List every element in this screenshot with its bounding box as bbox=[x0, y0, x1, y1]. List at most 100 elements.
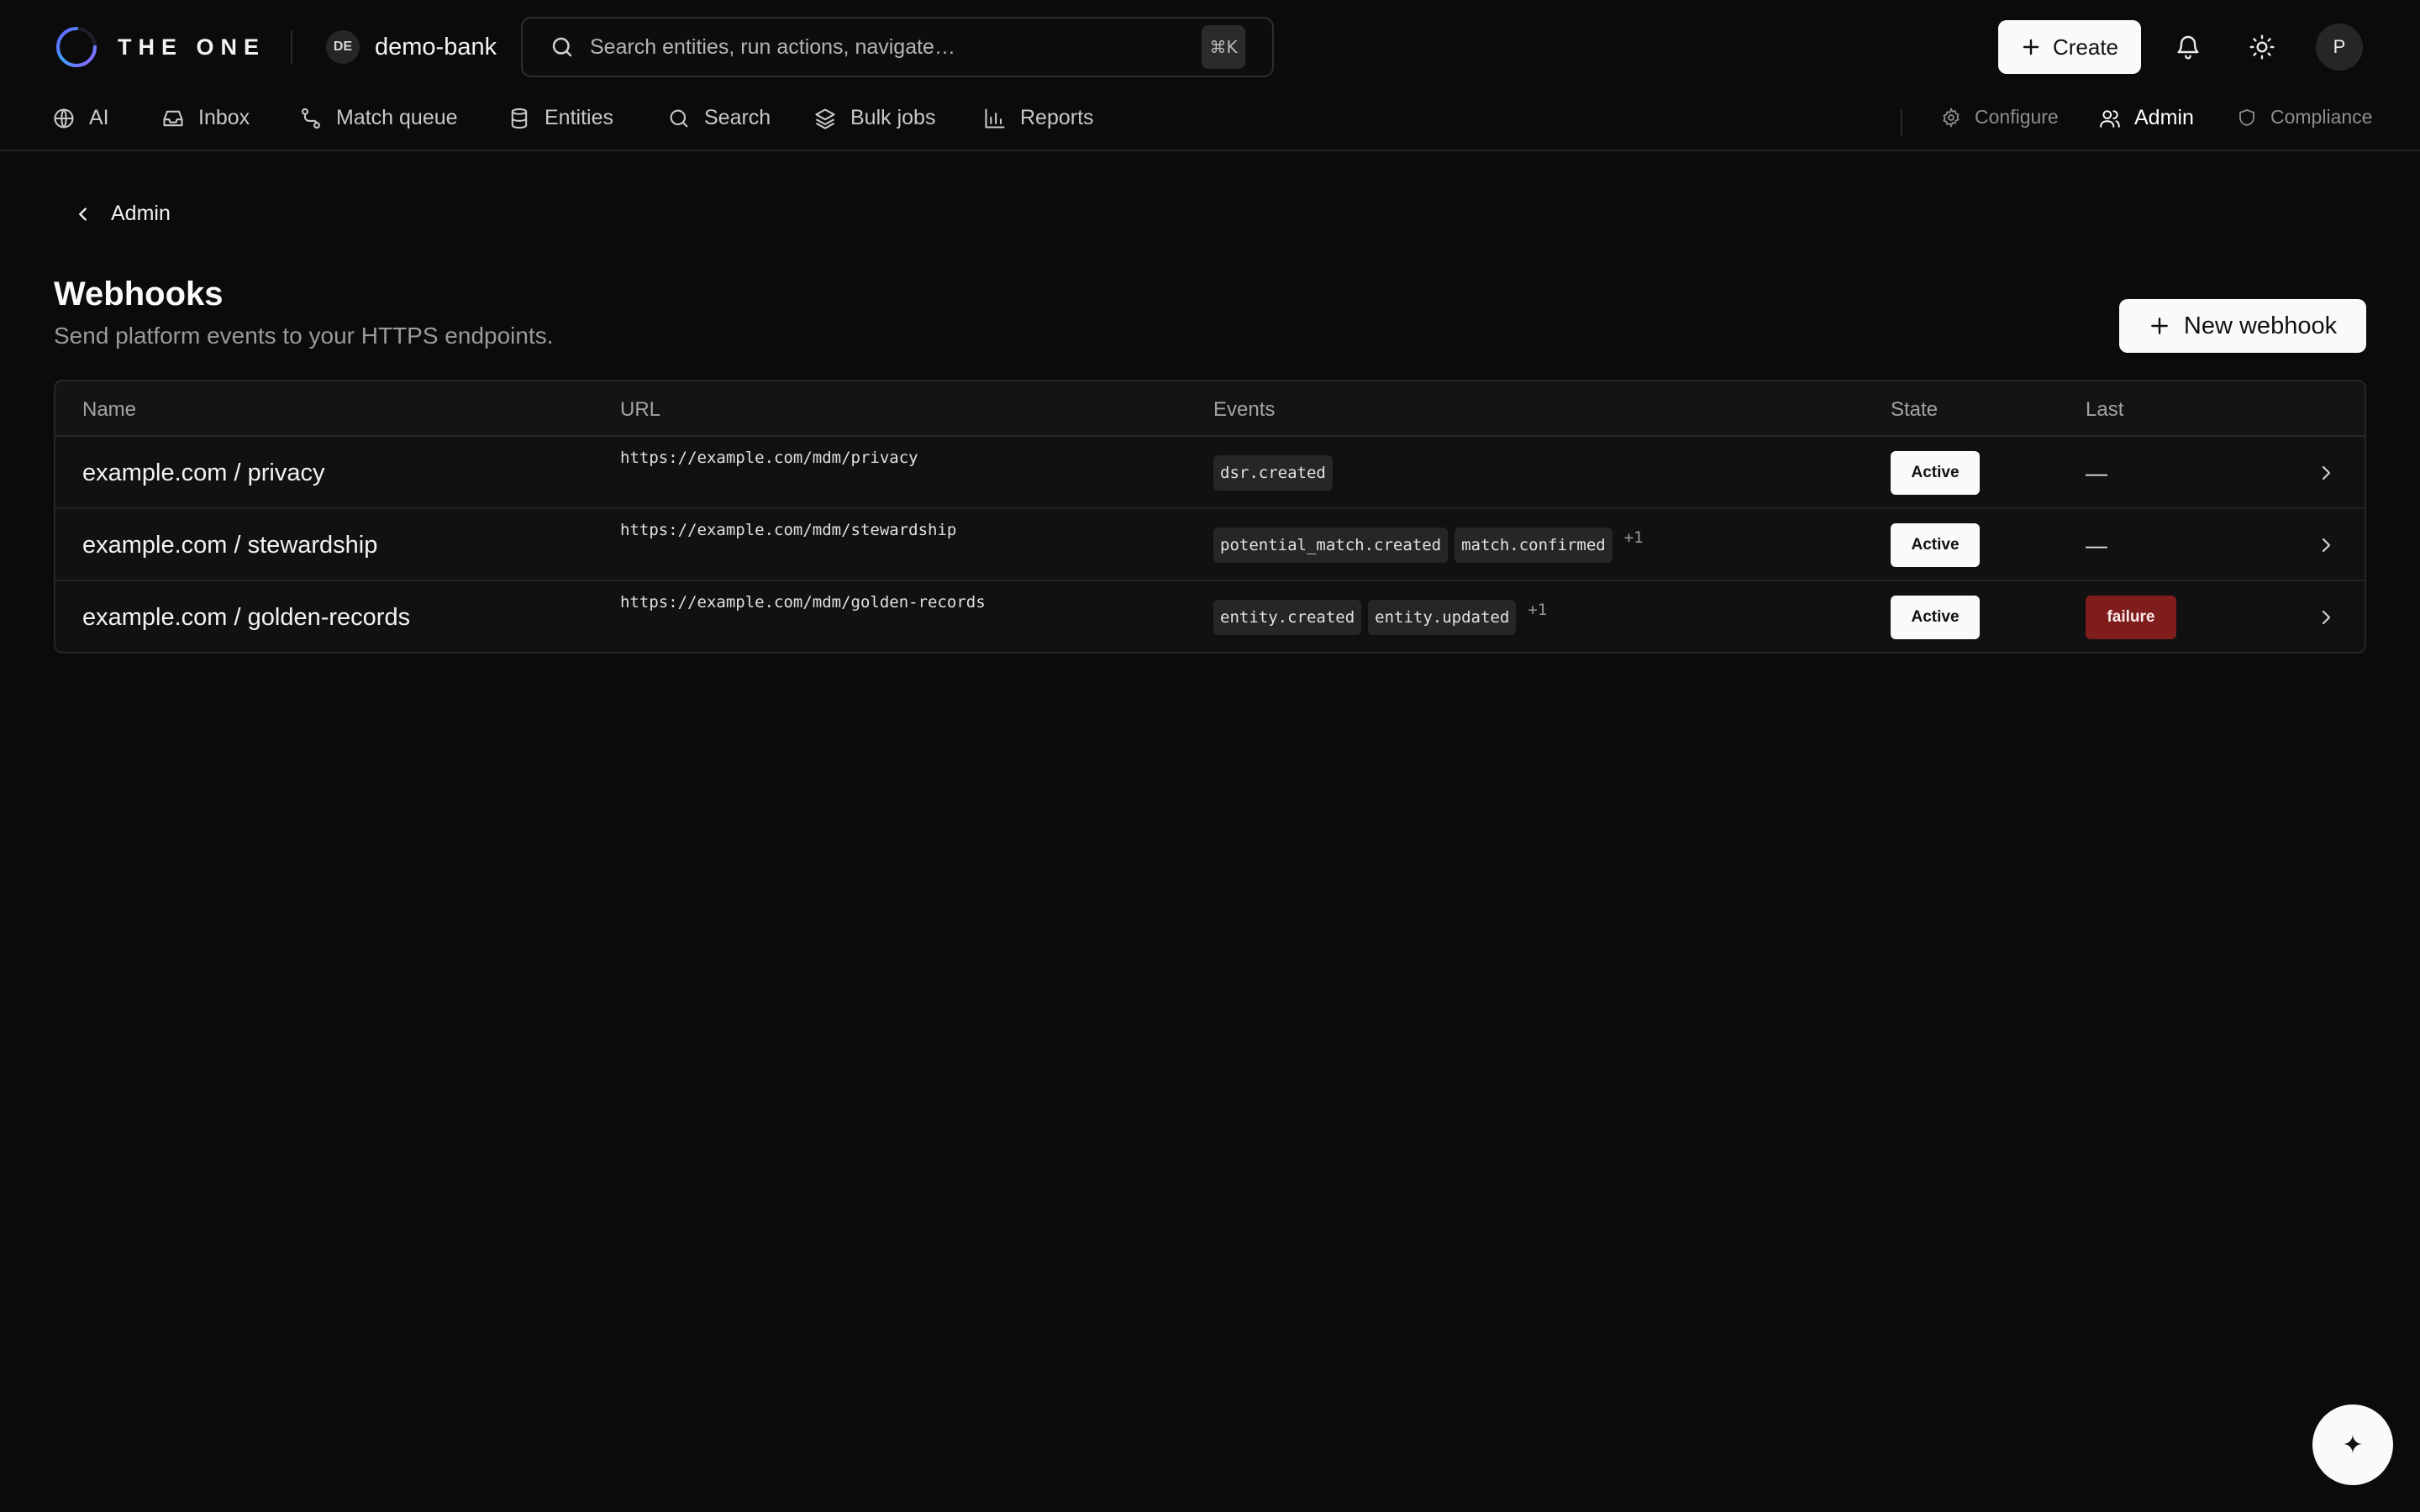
webhook-events: entity.created entity.updated +1 bbox=[1213, 581, 1547, 652]
more-events-count[interactable]: +1 bbox=[1624, 528, 1644, 547]
page-title: Webhooks bbox=[54, 276, 224, 312]
chevron-right-icon bbox=[2316, 463, 2336, 483]
webhook-name: example.com / golden-records bbox=[82, 603, 411, 631]
assistant-fab[interactable]: ✦ bbox=[2312, 1404, 2393, 1485]
database-icon bbox=[508, 107, 531, 130]
nav-item-reports[interactable]: Reports bbox=[983, 106, 1094, 130]
event-tag: entity.created bbox=[1213, 600, 1362, 635]
event-tag: entity.updated bbox=[1368, 600, 1517, 635]
nav-item-label: Match queue bbox=[336, 106, 458, 129]
nav-item-configure[interactable]: Configure bbox=[1941, 106, 2059, 129]
nav-item-search[interactable]: Search bbox=[667, 106, 771, 130]
nav-item-label: Bulk jobs bbox=[850, 106, 936, 129]
create-button-label: Create bbox=[2052, 34, 2119, 60]
status-badge: Active bbox=[1891, 523, 1980, 567]
user-avatar[interactable]: P bbox=[2316, 24, 2363, 71]
nav-item-label: Admin bbox=[2134, 106, 2194, 129]
workspace-name: demo-bank bbox=[375, 33, 497, 60]
sparkle-icon: ✦ bbox=[2342, 1431, 2364, 1459]
last-delivery: — bbox=[2086, 532, 2107, 558]
sun-icon bbox=[2249, 34, 2275, 60]
nav-item-label: Compliance bbox=[2270, 106, 2373, 128]
nav-item-admin[interactable]: Admin bbox=[2099, 106, 2194, 130]
status-badge: Active bbox=[1891, 451, 1980, 495]
notifications-button[interactable] bbox=[2161, 20, 2215, 74]
column-header-state[interactable]: State bbox=[1891, 398, 1938, 422]
column-header-last[interactable]: Last bbox=[2086, 398, 2123, 422]
nav-item-match-queue[interactable]: Match queue bbox=[299, 106, 458, 130]
plus-icon bbox=[2021, 37, 2041, 57]
chevron-right-icon bbox=[2316, 607, 2336, 627]
status-badge: Active bbox=[1891, 596, 1980, 639]
nav-item-label: Entities bbox=[544, 106, 613, 129]
webhook-url: https://example.com/mdm/golden-records bbox=[620, 593, 986, 612]
nav-item-label: Search bbox=[704, 106, 771, 129]
column-header-events[interactable]: Events bbox=[1213, 398, 1275, 422]
page-subtitle: Send platform events to your HTTPS endpo… bbox=[54, 323, 554, 349]
event-tag: potential_match.created bbox=[1213, 528, 1449, 563]
nav-item-compliance[interactable]: Compliance bbox=[2237, 106, 2372, 129]
row-open[interactable] bbox=[2316, 581, 2336, 652]
brand-name: THE ONE bbox=[118, 34, 266, 60]
nav-item-label: Configure bbox=[1975, 106, 2059, 128]
route-icon bbox=[299, 107, 323, 130]
chevron-left-icon bbox=[74, 205, 92, 223]
workspace-badge: DE bbox=[326, 30, 360, 64]
chevron-right-icon bbox=[2316, 535, 2336, 555]
command-search[interactable]: Search entities, run actions, navigate… … bbox=[521, 17, 1274, 77]
table-row[interactable]: example.com / golden-records https://exa… bbox=[55, 581, 2365, 652]
event-tag: match.confirmed bbox=[1455, 528, 1612, 563]
new-webhook-button[interactable]: New webhook bbox=[2119, 299, 2366, 353]
webhooks-table: Name URL Events State Last example.com /… bbox=[54, 380, 2366, 654]
logo-ring-icon bbox=[54, 24, 99, 70]
search-icon bbox=[667, 107, 691, 130]
nav-divider bbox=[1901, 109, 1902, 136]
last-delivery-cell: failure bbox=[2086, 581, 2176, 652]
globe-icon bbox=[52, 107, 76, 130]
breadcrumb-back-link[interactable]: Admin bbox=[74, 202, 171, 226]
nav-item-inbox[interactable]: Inbox bbox=[161, 106, 250, 130]
nav-item-ai[interactable]: AI bbox=[52, 106, 109, 130]
theme-toggle[interactable] bbox=[2235, 20, 2289, 74]
nav-item-label: Inbox bbox=[198, 106, 250, 129]
bar-chart-icon bbox=[983, 107, 1007, 130]
plus-icon bbox=[2149, 315, 2170, 337]
shortcut-hint: ⌘K bbox=[1202, 25, 1245, 69]
webhook-events: potential_match.created match.confirmed … bbox=[1213, 509, 1644, 581]
inbox-icon bbox=[161, 107, 185, 130]
nav-item-label: Reports bbox=[1020, 106, 1094, 129]
row-open[interactable] bbox=[2316, 437, 2336, 509]
nav-item-entities[interactable]: Entities bbox=[508, 106, 613, 130]
users-icon bbox=[2099, 108, 2121, 129]
gear-icon bbox=[1941, 107, 1961, 128]
divider bbox=[291, 30, 293, 64]
workspace-switcher[interactable]: DE demo-bank bbox=[326, 30, 497, 64]
shield-icon bbox=[2237, 108, 2257, 128]
top-actions: Create P bbox=[1998, 20, 2363, 74]
last-delivery: — bbox=[2086, 459, 2107, 486]
search-icon bbox=[550, 34, 575, 60]
state-cell: Active bbox=[1891, 581, 1980, 652]
nav-item-bulk-jobs[interactable]: Bulk jobs bbox=[813, 106, 935, 130]
command-search-placeholder: Search entities, run actions, navigate… bbox=[590, 34, 955, 59]
main-nav: AI Inbox Match queue Entities Search Bul… bbox=[0, 94, 2420, 151]
layers-icon bbox=[813, 107, 837, 130]
webhook-name: example.com / privacy bbox=[82, 459, 325, 486]
webhook-name: example.com / stewardship bbox=[82, 531, 378, 559]
brand-logo[interactable]: THE ONE bbox=[54, 24, 266, 70]
table-row[interactable]: example.com / privacy https://example.co… bbox=[55, 437, 2365, 509]
state-cell: Active bbox=[1891, 509, 1980, 581]
table-header: Name URL Events State Last bbox=[55, 381, 2365, 437]
new-webhook-label: New webhook bbox=[2183, 312, 2338, 339]
create-button[interactable]: Create bbox=[1998, 20, 2141, 74]
nav-item-label: AI bbox=[89, 106, 109, 129]
row-open[interactable] bbox=[2316, 509, 2336, 581]
failure-badge: failure bbox=[2086, 596, 2176, 639]
column-header-name[interactable]: Name bbox=[82, 398, 136, 422]
more-events-count[interactable]: +1 bbox=[1528, 601, 1547, 619]
column-header-url[interactable]: URL bbox=[620, 398, 660, 422]
bell-icon bbox=[2175, 34, 2202, 60]
table-row[interactable]: example.com / stewardship https://exampl… bbox=[55, 509, 2365, 581]
webhook-events: dsr.created bbox=[1213, 437, 1333, 509]
state-cell: Active bbox=[1891, 437, 1980, 509]
